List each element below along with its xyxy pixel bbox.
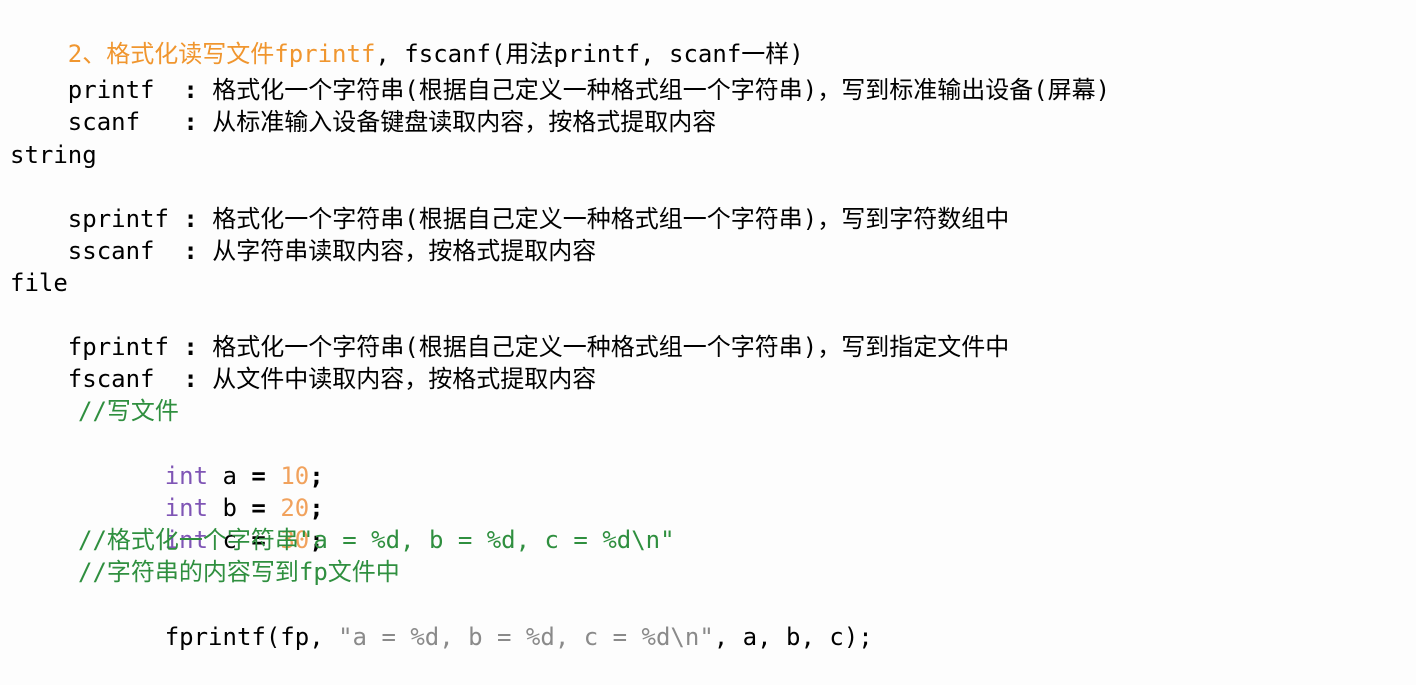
sprintf-line: sprintf : 格式化一个字符串(根据自己定义一种格式组一个字符串)，写到字… — [67, 205, 1010, 233]
code-comment: //字符串的内容写到fp文件中 — [78, 558, 400, 586]
code-decl-b: int b = 20; — [164, 494, 324, 522]
fscanf-line: fscanf : 从文件中读取内容，按格式提取内容 — [67, 365, 597, 393]
func-desc: 从字符串读取内容，按格式提取内容 — [197, 237, 597, 265]
func-desc: 从标准输入设备键盘读取内容，按格式提取内容 — [197, 108, 717, 136]
func-desc: 从文件中读取内容，按格式提取内容 — [197, 365, 597, 393]
func-name: sscanf — [67, 237, 184, 265]
string-heading: string — [10, 141, 97, 169]
code-decl-c: int c = 30; — [164, 526, 324, 554]
func-name: fscanf — [67, 365, 184, 393]
section-title: 2、格式化读写文件fprintf, fscanf(用法printf, scanf… — [10, 6, 804, 68]
scanf-line: scanf : 从标准输入设备键盘读取内容，按格式提取内容 — [67, 108, 717, 136]
printf-line: printf : 格式化一个字符串(根据自己定义一种格式组一个字符串)，写到标准… — [67, 76, 1111, 104]
func-name: scanf — [67, 108, 184, 136]
code-fprintf-call: fprintf(fp, "a = %d, b = %d, c = %d\n", … — [164, 623, 873, 651]
file-heading: file — [10, 269, 68, 297]
sscanf-line: sscanf : 从字符串读取内容，按格式提取内容 — [67, 237, 597, 265]
code-comment: //格式化一个字符串"a = %d, b = %d, c = %d\n" — [78, 526, 675, 554]
code-decl-a: int a = 10; — [164, 462, 324, 490]
code-comment: //写文件 — [78, 397, 179, 425]
fprintf-line: fprintf : 格式化一个字符串(根据自己定义一种格式组一个字符串)，写到指… — [67, 333, 1010, 361]
